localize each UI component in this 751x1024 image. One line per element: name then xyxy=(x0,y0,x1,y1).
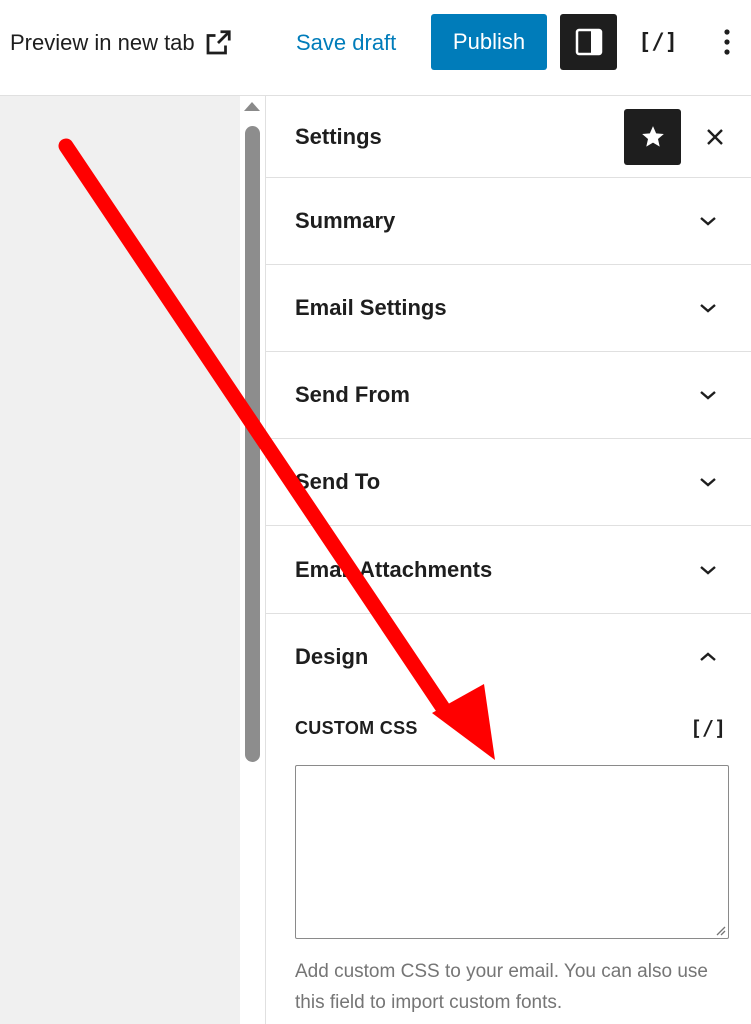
panel-email-attachments-label: Email Attachments xyxy=(295,557,493,582)
panel-send-from[interactable]: Send From xyxy=(266,352,751,439)
publish-button[interactable]: Publish xyxy=(431,14,547,70)
custom-css-label: CUSTOM CSS xyxy=(295,718,418,738)
sidebar-panel-icon xyxy=(575,28,602,56)
panel-design-label: Design xyxy=(295,644,369,669)
scroll-thumb[interactable] xyxy=(245,126,260,762)
chevron-up-icon xyxy=(700,652,716,661)
panel-summary-label: Summary xyxy=(295,208,396,233)
panel-email-settings-label: Email Settings xyxy=(295,295,447,320)
panel-email-attachments[interactable]: Email Attachments xyxy=(266,527,751,614)
panel-design[interactable]: Design xyxy=(266,614,751,701)
more-options-button[interactable] xyxy=(712,14,742,70)
close-icon xyxy=(707,129,723,145)
custom-css-code-icon[interactable]: [/] xyxy=(690,716,726,740)
custom-css-help-text: Add custom CSS to your email. You can al… xyxy=(295,961,708,1013)
chevron-down-icon xyxy=(700,478,716,487)
panel-summary[interactable]: Summary xyxy=(266,178,751,265)
settings-panel-toggle-button[interactable] xyxy=(560,14,617,70)
panel-send-to[interactable]: Send To xyxy=(266,439,751,526)
panel-email-settings[interactable]: Email Settings xyxy=(266,265,751,352)
canvas-scrollbar[interactable] xyxy=(240,96,265,1024)
sidebar-title: Settings xyxy=(295,124,382,149)
star-icon xyxy=(641,126,664,147)
chevron-down-icon xyxy=(700,217,716,226)
chevron-down-icon xyxy=(700,566,716,575)
more-vertical-icon xyxy=(724,29,730,55)
custom-css-textarea[interactable] xyxy=(295,765,729,939)
editor-canvas xyxy=(0,96,240,1024)
code-editor-button[interactable]: [/] xyxy=(632,14,684,70)
panel-send-from-label: Send From xyxy=(295,382,410,407)
scroll-up-arrow[interactable] xyxy=(244,102,260,111)
chevron-down-icon xyxy=(700,304,716,313)
chevron-down-icon xyxy=(700,391,716,400)
preview-in-new-tab-link[interactable]: Preview in new tab xyxy=(10,26,233,60)
preview-label: Preview in new tab xyxy=(10,30,195,55)
resize-grip-icon[interactable] xyxy=(714,924,726,936)
close-sidebar-button[interactable] xyxy=(700,122,730,152)
save-draft-button[interactable]: Save draft xyxy=(296,26,396,60)
external-link-icon xyxy=(206,30,231,55)
editor-toolbar: Preview in new tab Save draft Publish [/… xyxy=(0,0,751,96)
settings-sidebar: Settings Summary Email Settings Send Fro… xyxy=(265,96,751,1024)
sidebar-header: Settings xyxy=(266,96,751,178)
panel-send-to-label: Send To xyxy=(295,469,381,494)
pin-sidebar-button[interactable] xyxy=(624,109,681,165)
